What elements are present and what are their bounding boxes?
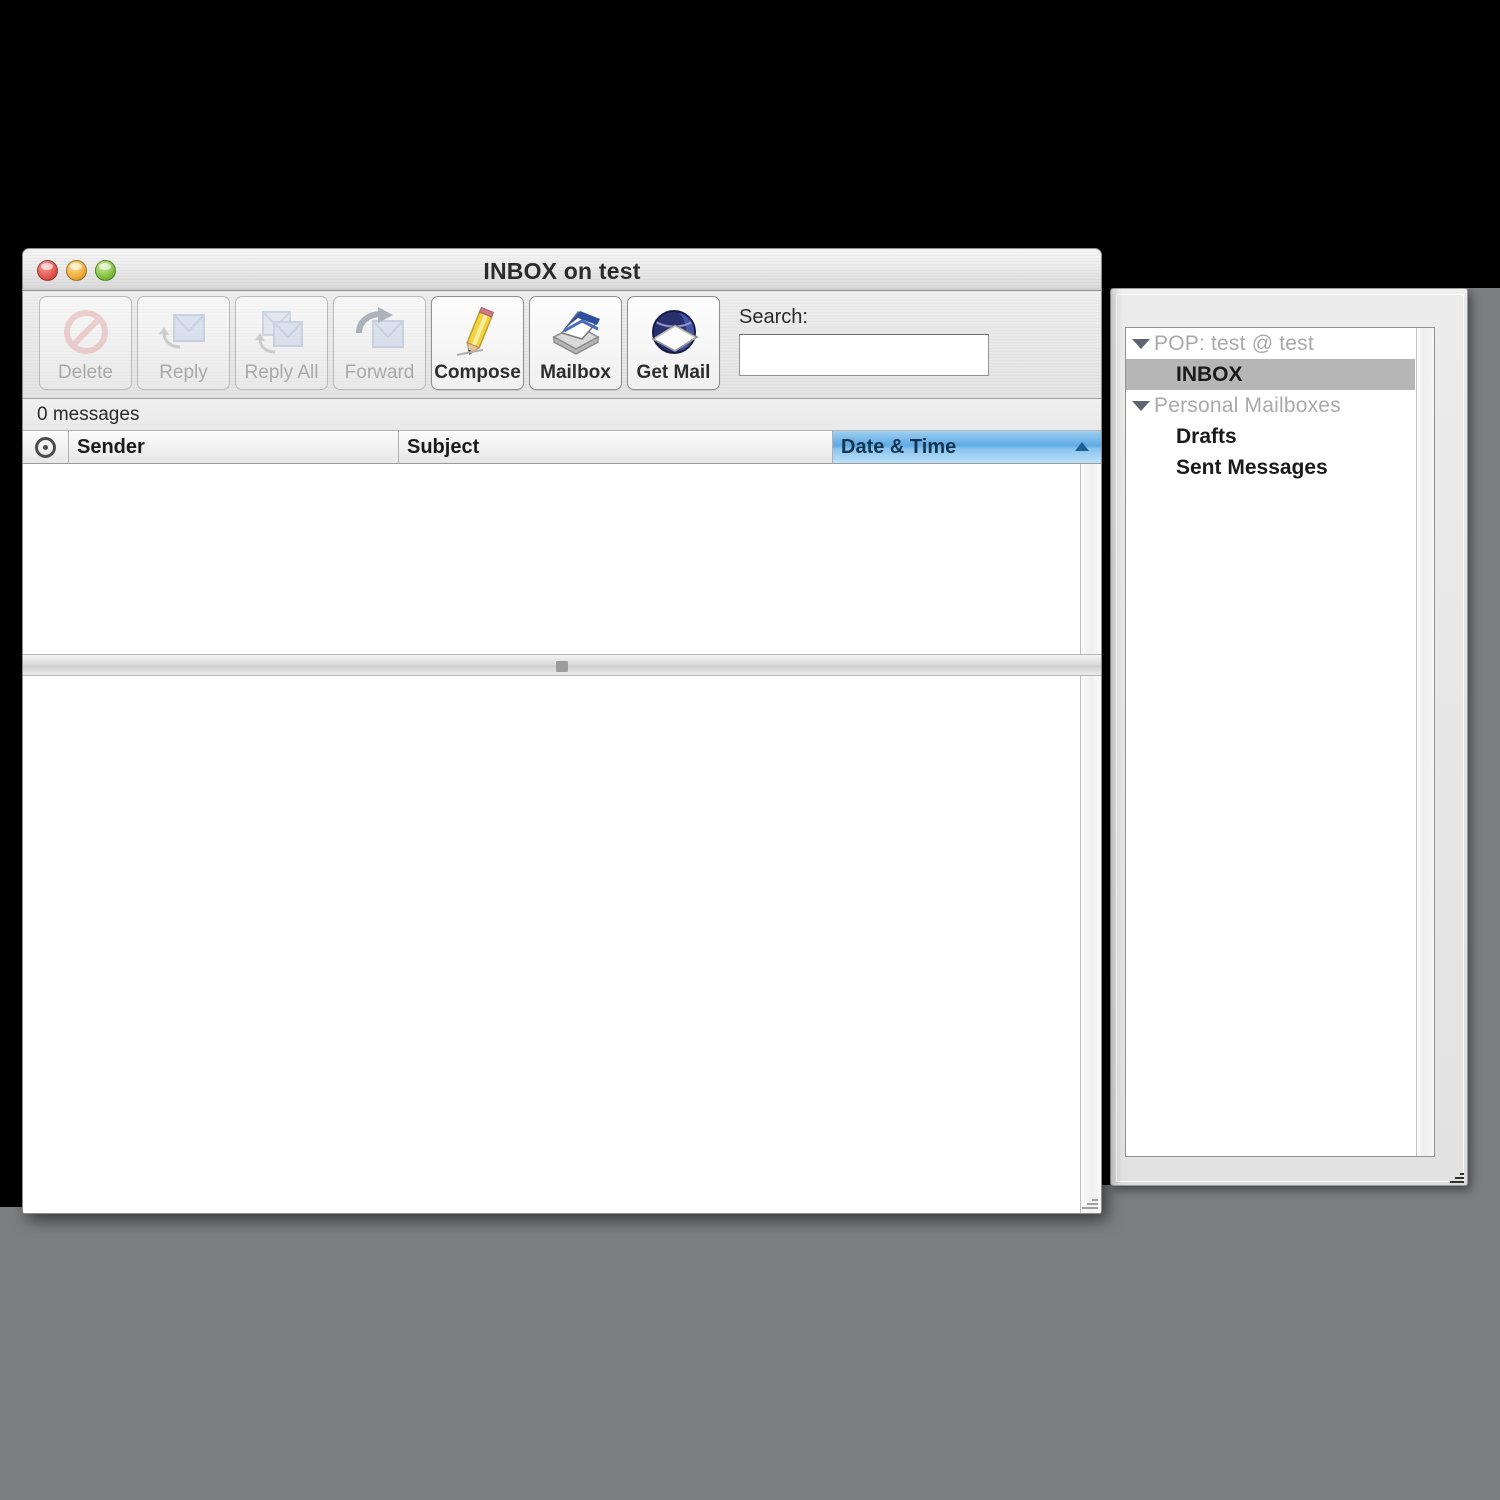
sidebar-item-label: Drafts xyxy=(1176,424,1237,448)
sidebar-item-personal-mailboxes[interactable]: Personal Mailboxes xyxy=(1126,390,1415,421)
delete-button-label: Delete xyxy=(58,362,113,383)
get-mail-button[interactable]: Get Mail xyxy=(627,296,720,390)
pencil-icon xyxy=(449,305,507,359)
message-count-text: 0 messages xyxy=(37,403,140,425)
message-preview-pane[interactable] xyxy=(23,676,1101,1213)
search-input[interactable] xyxy=(739,334,989,376)
message-list-header: Sender Subject Date & Time xyxy=(23,431,1101,464)
prohibited-sign-icon xyxy=(57,305,115,359)
pane-splitter[interactable] xyxy=(23,654,1101,676)
sidebar-item-label: Personal Mailboxes xyxy=(1154,393,1341,417)
column-header-flag[interactable] xyxy=(23,431,69,463)
sidebar-item-label: INBOX xyxy=(1176,362,1243,386)
chevron-down-icon[interactable] xyxy=(1132,338,1150,349)
reply-all-button[interactable]: Reply All xyxy=(235,296,328,390)
reply-all-button-label: Reply All xyxy=(244,362,319,383)
window-title: INBOX on test xyxy=(483,258,641,284)
forward-arrow-letter-icon xyxy=(351,305,409,359)
sort-ascending-arrow-icon xyxy=(1075,442,1089,451)
forward-button[interactable]: Forward xyxy=(333,296,426,390)
sidebar-item-drafts[interactable]: Drafts xyxy=(1126,421,1415,452)
mailbox-button[interactable]: Mailbox xyxy=(529,296,622,390)
sidebar-item-label: Sent Messages xyxy=(1176,455,1328,479)
reply-all-letters-icon xyxy=(253,305,311,359)
search-area: Search: xyxy=(739,296,1001,376)
message-preview-body xyxy=(23,676,1080,1213)
toolbar: Delete Reply Reply All Forward Compose M… xyxy=(23,291,1101,399)
mailbox-window-resize-handle[interactable] xyxy=(1448,1167,1464,1183)
column-header-sender[interactable]: Sender xyxy=(69,431,399,463)
reply-letter-icon xyxy=(155,305,213,359)
get-mail-button-label: Get Mail xyxy=(636,362,711,383)
delete-button[interactable]: Delete xyxy=(39,296,132,390)
reply-button[interactable]: Reply xyxy=(137,296,230,390)
status-circle-icon xyxy=(35,436,56,458)
column-header-subject-label: Subject xyxy=(407,435,480,458)
message-preview-scrollbar[interactable] xyxy=(1080,676,1101,1213)
window-resize-handle[interactable] xyxy=(1080,1191,1098,1209)
column-header-date-time[interactable]: Date & Time xyxy=(833,431,1101,463)
window-content xyxy=(23,464,1101,1213)
mailbox-list[interactable]: POP: test @ test INBOX Personal Mailboxe… xyxy=(1125,327,1435,1157)
message-count-status: 0 messages xyxy=(23,399,1101,431)
compose-button[interactable]: Compose xyxy=(431,296,524,390)
search-label: Search: xyxy=(739,306,808,328)
screen: POP: test @ test INBOX Personal Mailboxe… xyxy=(0,0,1500,1500)
forward-button-label: Forward xyxy=(344,362,415,383)
window-titlebar[interactable]: INBOX on test xyxy=(23,249,1101,291)
mailbox-list-rows: POP: test @ test INBOX Personal Mailboxe… xyxy=(1126,328,1415,483)
desktop-background xyxy=(0,1207,1500,1500)
desktop-background-mid xyxy=(1100,1185,1500,1215)
mail-tray-icon xyxy=(547,305,605,359)
message-list-scrollbar[interactable] xyxy=(1080,464,1101,654)
globe-letter-icon xyxy=(645,305,703,359)
column-header-date-time-label: Date & Time xyxy=(841,435,957,458)
inbox-window: INBOX on test Delete Reply Reply All For… xyxy=(22,248,1102,1214)
mailbox-button-label: Mailbox xyxy=(540,362,611,383)
reply-button-label: Reply xyxy=(159,362,208,383)
sidebar-item-sent-messages[interactable]: Sent Messages xyxy=(1126,452,1415,483)
sidebar-item-label: POP: test @ test xyxy=(1154,331,1314,355)
mailbox-list-scrollbar[interactable] xyxy=(1416,328,1434,1156)
sidebar-item-pop-account[interactable]: POP: test @ test xyxy=(1126,328,1415,359)
message-list-rows[interactable] xyxy=(23,464,1080,654)
column-header-sender-label: Sender xyxy=(77,435,145,458)
chevron-down-icon[interactable] xyxy=(1132,400,1150,411)
mailbox-drawer-window: POP: test @ test INBOX Personal Mailboxe… xyxy=(1110,288,1468,1186)
desktop-background-right xyxy=(1466,288,1500,1207)
sidebar-item-inbox[interactable]: INBOX xyxy=(1126,359,1415,390)
compose-button-label: Compose xyxy=(434,362,521,383)
column-header-subject[interactable]: Subject xyxy=(399,431,833,463)
message-list[interactable] xyxy=(23,464,1101,654)
splitter-grip-handle[interactable] xyxy=(556,661,568,672)
